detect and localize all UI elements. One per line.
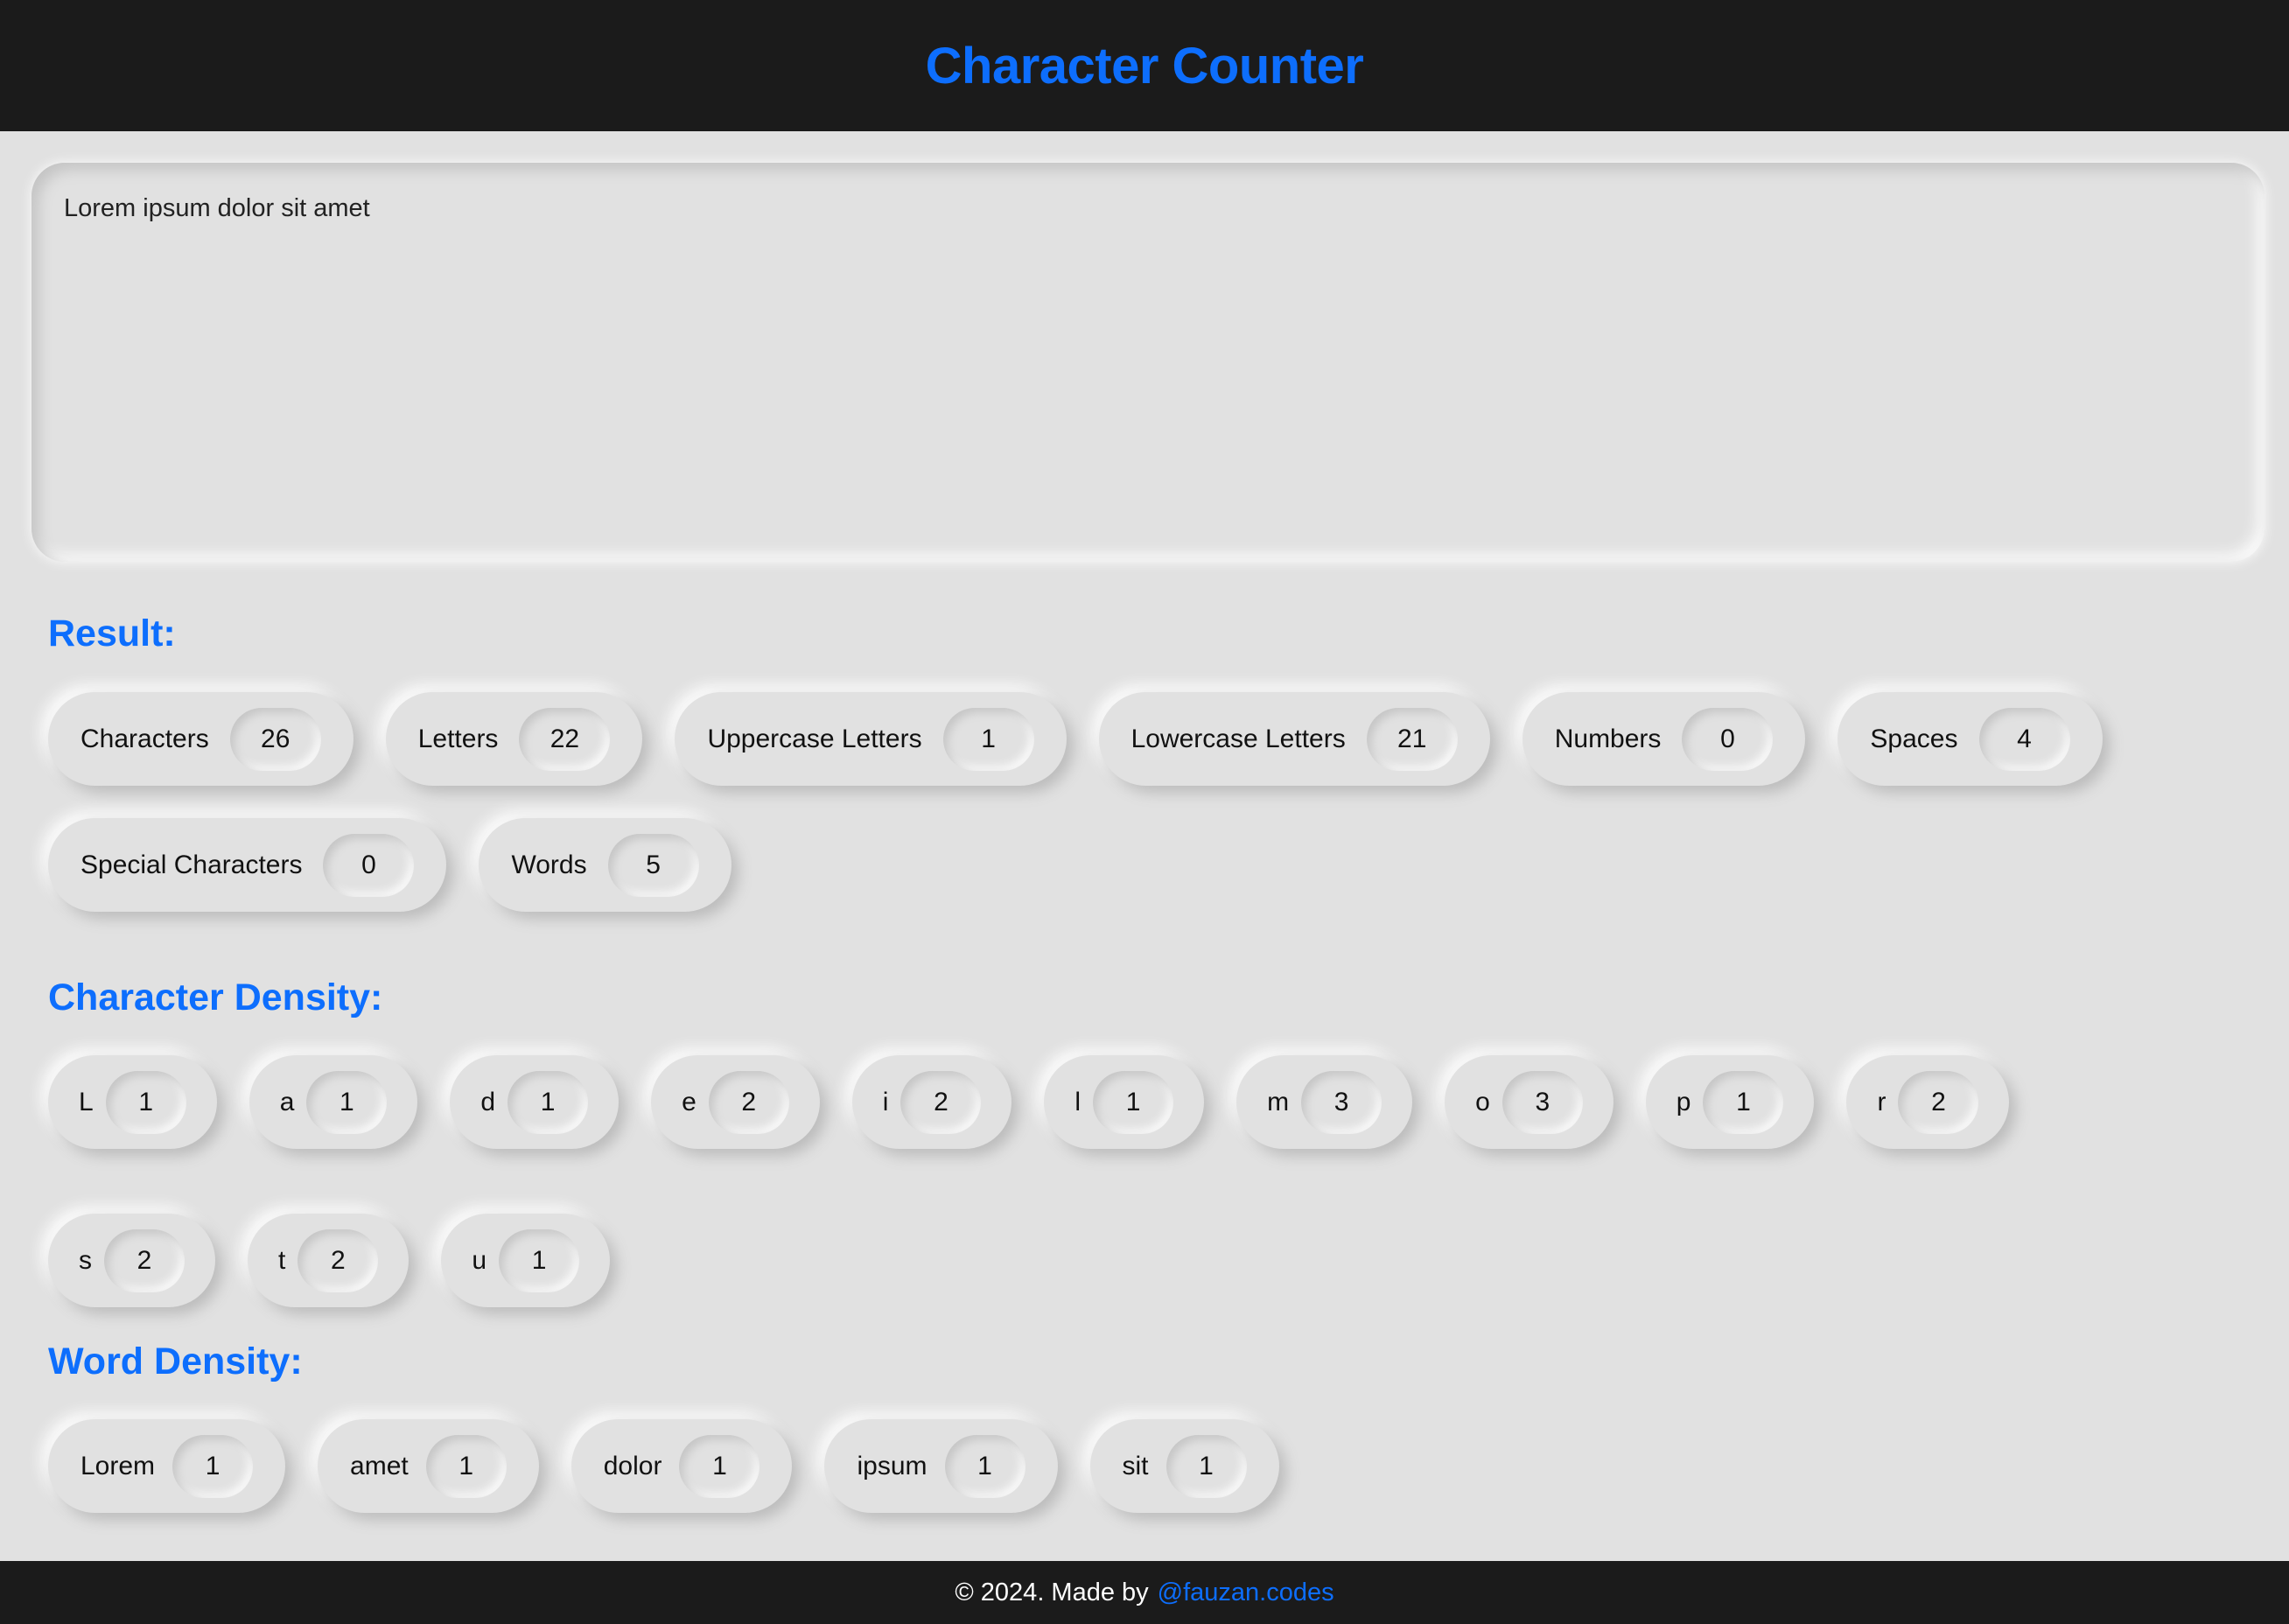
chip-label: Lowercase Letters xyxy=(1130,724,1346,753)
char-density-item[interactable]: p1 xyxy=(1645,1055,1815,1149)
chip-count: 2 xyxy=(298,1228,379,1292)
chip-label: sit xyxy=(1122,1451,1149,1480)
chip-count: 2 xyxy=(104,1228,185,1292)
chip-count: 1 xyxy=(508,1070,589,1134)
chip-label: a xyxy=(279,1087,295,1116)
chip-count: 5 xyxy=(607,833,699,897)
chip-count: 3 xyxy=(1502,1070,1583,1134)
result-item-characters[interactable]: Characters 26 xyxy=(48,692,354,786)
chip-count: 1 xyxy=(944,1434,1026,1498)
char-density-item[interactable]: a1 xyxy=(248,1055,418,1149)
chip-label: s xyxy=(79,1245,92,1275)
result-item-spaces[interactable]: Spaces 4 xyxy=(1838,692,2103,786)
chip-count: 1 xyxy=(172,1434,254,1498)
chip-count: 21 xyxy=(1366,707,1458,771)
text-input[interactable] xyxy=(32,163,2264,562)
chip-label: Spaces xyxy=(1870,724,1958,753)
chip-count: 0 xyxy=(323,833,415,897)
chip-label: ipsum xyxy=(857,1451,928,1480)
char-density-item[interactable]: r2 xyxy=(1846,1055,2010,1149)
result-list: Characters 26 Letters 22 Uppercase Letters… xyxy=(48,692,2236,912)
chip-label: i xyxy=(882,1087,889,1116)
char-density-item[interactable]: u1 xyxy=(441,1214,611,1307)
char-density-item[interactable]: m3 xyxy=(1236,1055,1413,1149)
result-item-words[interactable]: Words 5 xyxy=(479,818,732,912)
result-item-uppercase-letters[interactable]: Uppercase Letters 1 xyxy=(675,692,1067,786)
result-title: Result: xyxy=(48,612,176,654)
character-density-list: L1 a1 d1 e2 i2 l1 m3 o3 p1 r2 s2 t2 u1 xyxy=(48,1055,2236,1307)
chip-count: 2 xyxy=(708,1070,789,1134)
chip-count: 2 xyxy=(1898,1070,1979,1134)
result-item-numbers[interactable]: Numbers 0 xyxy=(1522,692,1806,786)
app-footer: © 2024. Made by @fauzan.codes xyxy=(0,1561,2289,1624)
word-density-list: Lorem 1 amet 1 dolor 1 ipsum 1 sit 1 xyxy=(48,1419,2236,1513)
chip-label: d xyxy=(480,1087,496,1116)
chip-label: Words xyxy=(511,850,587,879)
word-density-item[interactable]: sit 1 xyxy=(1089,1419,1279,1513)
chip-count: 1 xyxy=(1093,1070,1174,1134)
chip-count: 22 xyxy=(519,707,611,771)
chip-label: amet xyxy=(350,1451,409,1480)
chip-label: t xyxy=(278,1245,286,1275)
char-density-item[interactable]: t2 xyxy=(248,1214,410,1307)
chip-label: m xyxy=(1267,1087,1290,1116)
chip-label: p xyxy=(1676,1087,1691,1116)
chip-count: 1 xyxy=(1703,1070,1784,1134)
char-density-item[interactable]: d1 xyxy=(450,1055,620,1149)
chip-count: 0 xyxy=(1682,707,1774,771)
chip-count: 1 xyxy=(679,1434,760,1498)
word-density-item[interactable]: ipsum 1 xyxy=(824,1419,1058,1513)
chip-label: l xyxy=(1074,1087,1082,1116)
chip-count: 4 xyxy=(1978,707,2070,771)
word-density-item[interactable]: dolor 1 xyxy=(570,1419,793,1513)
chip-label: o xyxy=(1475,1087,1490,1116)
author-link[interactable]: @fauzan.codes xyxy=(1158,1578,1334,1607)
footer-text: © 2024. Made by xyxy=(955,1578,1149,1606)
chip-count: 1 xyxy=(499,1228,580,1292)
character-density-title: Character Density: xyxy=(48,976,383,1018)
char-density-item[interactable]: i2 xyxy=(851,1055,1012,1149)
chip-count: 1 xyxy=(306,1070,388,1134)
chip-count: 1 xyxy=(942,707,1034,771)
chip-label: dolor xyxy=(603,1451,662,1480)
char-density-item[interactable]: l1 xyxy=(1044,1055,1205,1149)
char-density-item[interactable]: o3 xyxy=(1445,1055,1614,1149)
chip-count: 26 xyxy=(229,707,321,771)
word-density-item[interactable]: amet 1 xyxy=(318,1419,539,1513)
char-density-item[interactable]: L1 xyxy=(48,1055,217,1149)
result-item-letters[interactable]: Letters 22 xyxy=(385,692,643,786)
text-input-container xyxy=(32,163,2264,562)
chip-label: e xyxy=(682,1087,696,1116)
chip-label: r xyxy=(1877,1087,1886,1116)
chip-label: Numbers xyxy=(1554,724,1662,753)
chip-label: u xyxy=(472,1245,487,1275)
chip-count: 1 xyxy=(105,1070,186,1134)
word-density-item[interactable]: Lorem 1 xyxy=(48,1419,286,1513)
chip-count: 1 xyxy=(425,1434,507,1498)
chip-count: 1 xyxy=(1166,1434,1247,1498)
app-header: Character Counter xyxy=(0,0,2289,131)
result-item-lowercase-letters[interactable]: Lowercase Letters 21 xyxy=(1098,692,1490,786)
char-density-item[interactable]: s2 xyxy=(48,1214,215,1307)
char-density-item[interactable]: e2 xyxy=(651,1055,820,1149)
page-title: Character Counter xyxy=(925,37,1364,94)
result-item-special-characters[interactable]: Special Characters 0 xyxy=(48,818,447,912)
word-density-title: Word Density: xyxy=(48,1340,303,1382)
chip-count: 2 xyxy=(900,1070,982,1134)
chip-label: Lorem xyxy=(80,1451,156,1480)
chip-label: L xyxy=(79,1087,94,1116)
chip-label: Uppercase Letters xyxy=(707,724,922,753)
chip-count: 3 xyxy=(1301,1070,1382,1134)
chip-label: Letters xyxy=(417,724,499,753)
chip-label: Characters xyxy=(80,724,209,753)
chip-label: Special Characters xyxy=(80,850,303,879)
